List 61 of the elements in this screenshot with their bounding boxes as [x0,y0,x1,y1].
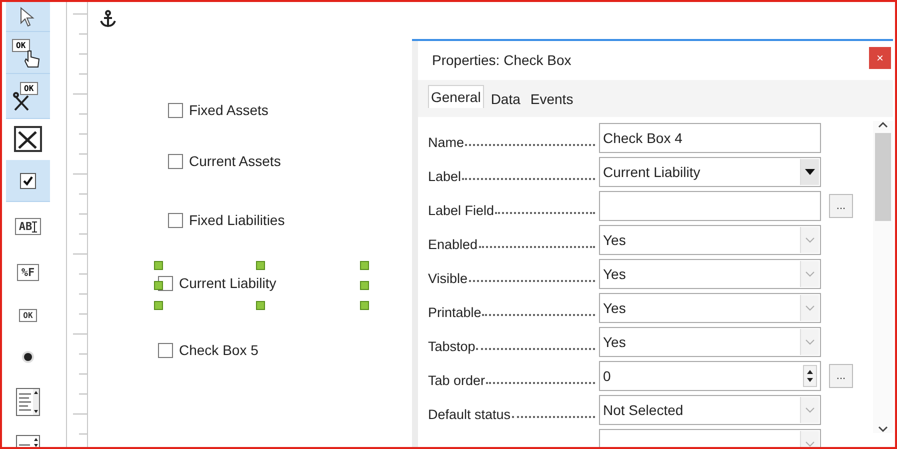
dropdown-field[interactable]: Not Selected [599,395,821,425]
selection-handle[interactable] [256,301,265,310]
dropdown-field[interactable]: Yes [599,327,821,357]
toolbar-button[interactable]: OK [6,74,50,119]
selection-handle[interactable] [154,261,163,270]
tab[interactable]: Data [488,86,524,110]
wizard-icon [14,126,42,152]
property-label: Name [428,134,464,150]
toolbar-button[interactable] [6,2,50,32]
dropdown-arrow-icon [805,169,815,175]
property-label: Tab order [428,372,486,388]
selection-handle[interactable] [256,261,265,270]
button-icon: OK [19,308,37,322]
property-label: Label [428,168,462,184]
text-field-icon: AB [14,218,42,235]
selection-handle[interactable] [360,281,369,290]
scrollbar[interactable] [873,121,893,433]
selection-handle[interactable] [154,301,163,310]
chevron-down-icon [805,271,815,277]
dropdown-field[interactable]: Yes [599,293,821,323]
anchor-icon [99,10,117,28]
chevron-down-icon [805,237,815,243]
form-checkbox[interactable]: Check Box 5 [158,342,258,358]
form-checkbox[interactable]: Current Assets [168,153,281,169]
dropdown-field[interactable]: Yes [599,259,821,289]
formatted-field-icon: %F [17,264,39,281]
tab[interactable]: General [428,85,484,108]
property-label: Label Field [428,202,494,218]
panel-title: Properties: Check Box [432,52,572,68]
ellipsis-button[interactable]: ... [829,364,853,388]
selection-handle[interactable] [360,301,369,310]
close-button[interactable]: × [869,47,891,70]
dropdown-field[interactable]: Current Liability [599,157,821,187]
dropdown-field[interactable]: Yes [599,225,821,255]
spin-arrows-icon [803,365,817,387]
chevron-down-icon [805,339,815,345]
selection-handle[interactable] [154,281,163,290]
chevron-down-icon [805,407,815,413]
toolbar-button[interactable]: OK [6,32,50,74]
property-label: Visible [428,270,468,286]
tab[interactable]: Events [527,86,576,110]
list-box-icon [16,388,40,416]
scroll-down-icon[interactable] [878,425,888,433]
radio-icon [21,350,35,364]
scroll-up-icon[interactable] [878,121,888,129]
form-checkbox[interactable]: Fixed Liabilities [168,212,285,228]
toolbar-button[interactable] [6,160,50,202]
text-field[interactable] [599,191,821,221]
selection-handle[interactable] [360,261,369,270]
ellipsis-button[interactable]: ... [829,194,853,218]
form-checkbox[interactable]: Fixed Assets [168,102,268,118]
property-label: Enabled [428,236,478,252]
scroll-thumb[interactable] [875,133,892,221]
chevron-down-icon [805,441,815,447]
property-label: Default status [428,406,511,422]
property-label: Tabstop [428,338,476,354]
spin-field[interactable]: 0 [599,361,821,391]
property-label: Printable [428,304,482,320]
chevron-down-icon [805,305,815,311]
text-field[interactable]: Check Box 4 [599,123,821,153]
checkbox-icon [20,172,36,188]
